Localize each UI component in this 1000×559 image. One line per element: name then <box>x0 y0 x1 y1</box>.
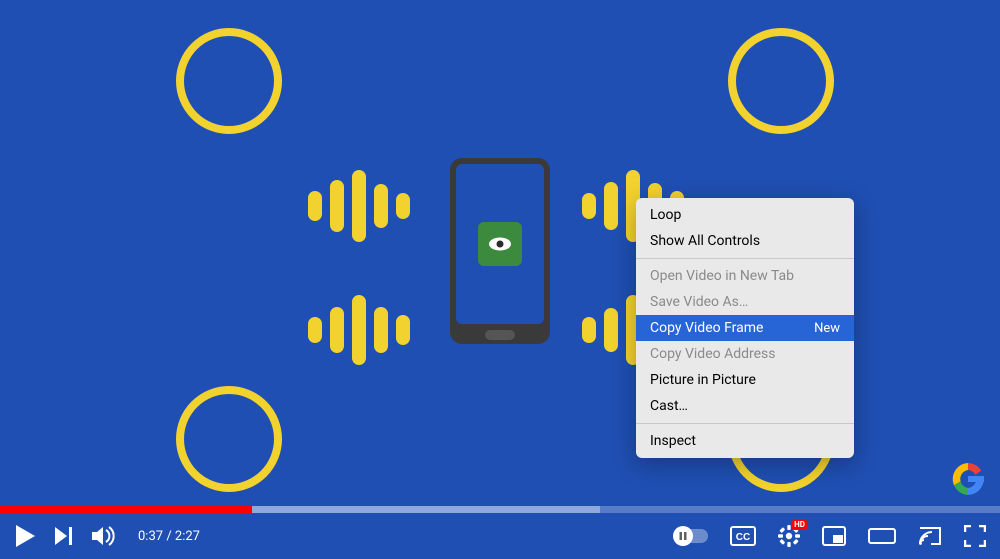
miniplayer-button[interactable] <box>822 526 846 546</box>
menu-separator <box>636 258 854 259</box>
menu-item-label: Copy Video Frame <box>650 320 763 336</box>
menu-item-copy-video-frame[interactable]: Copy Video Frame New <box>636 315 854 341</box>
fullscreen-button[interactable] <box>964 525 986 547</box>
next-button[interactable] <box>54 526 74 546</box>
cast-button[interactable] <box>918 526 942 546</box>
google-logo <box>948 459 988 499</box>
theater-mode-button[interactable] <box>868 526 896 546</box>
svg-text:CC: CC <box>736 532 750 543</box>
phone-graphic <box>450 158 550 344</box>
video-context-menu: Loop Show All Controls Open Video in New… <box>636 198 854 458</box>
control-bar: 0:37 / 2:27 CC <box>0 513 1000 559</box>
duration: 2:27 <box>175 529 200 544</box>
decorative-ring <box>728 28 834 134</box>
menu-item-save-video-as: Save Video As… <box>636 289 854 315</box>
decorative-ring <box>176 28 282 134</box>
menu-item-label: Cast… <box>650 398 688 414</box>
autoplay-knob <box>673 526 693 546</box>
hd-badge: HD <box>792 520 807 530</box>
progress-played <box>0 506 252 513</box>
menu-item-copy-video-address: Copy Video Address <box>636 341 854 367</box>
menu-item-label: Show All Controls <box>650 233 760 249</box>
menu-item-inspect[interactable]: Inspect <box>636 428 854 454</box>
menu-item-label: Open Video in New Tab <box>650 268 794 284</box>
timecode: 0:37 / 2:27 <box>138 529 200 544</box>
current-time: 0:37 <box>138 529 163 544</box>
soundwave-graphic <box>308 170 410 242</box>
menu-item-cast[interactable]: Cast… <box>636 393 854 419</box>
menu-item-label: Inspect <box>650 433 696 449</box>
decorative-ring <box>176 386 282 492</box>
menu-item-label: Loop <box>650 207 681 223</box>
lookout-app-icon <box>478 222 522 266</box>
volume-button[interactable] <box>92 526 116 546</box>
menu-item-label: Picture in Picture <box>650 372 756 388</box>
menu-item-show-all-controls[interactable]: Show All Controls <box>636 228 854 254</box>
menu-separator <box>636 423 854 424</box>
menu-item-label: Copy Video Address <box>650 346 776 362</box>
video-player-area[interactable]: Loop Show All Controls Open Video in New… <box>0 0 1000 559</box>
menu-item-label: Save Video As… <box>650 294 748 310</box>
menu-item-loop[interactable]: Loop <box>636 202 854 228</box>
soundwave-graphic <box>308 295 410 365</box>
menu-item-badge: New <box>814 321 840 336</box>
settings-button[interactable]: HD <box>778 525 800 547</box>
play-button[interactable] <box>14 524 36 548</box>
progress-bar[interactable] <box>0 506 1000 513</box>
time-separator: / <box>166 529 175 544</box>
menu-item-open-new-tab: Open Video in New Tab <box>636 263 854 289</box>
menu-item-picture-in-picture[interactable]: Picture in Picture <box>636 367 854 393</box>
captions-button[interactable]: CC <box>730 526 756 546</box>
autoplay-toggle[interactable] <box>674 529 708 543</box>
